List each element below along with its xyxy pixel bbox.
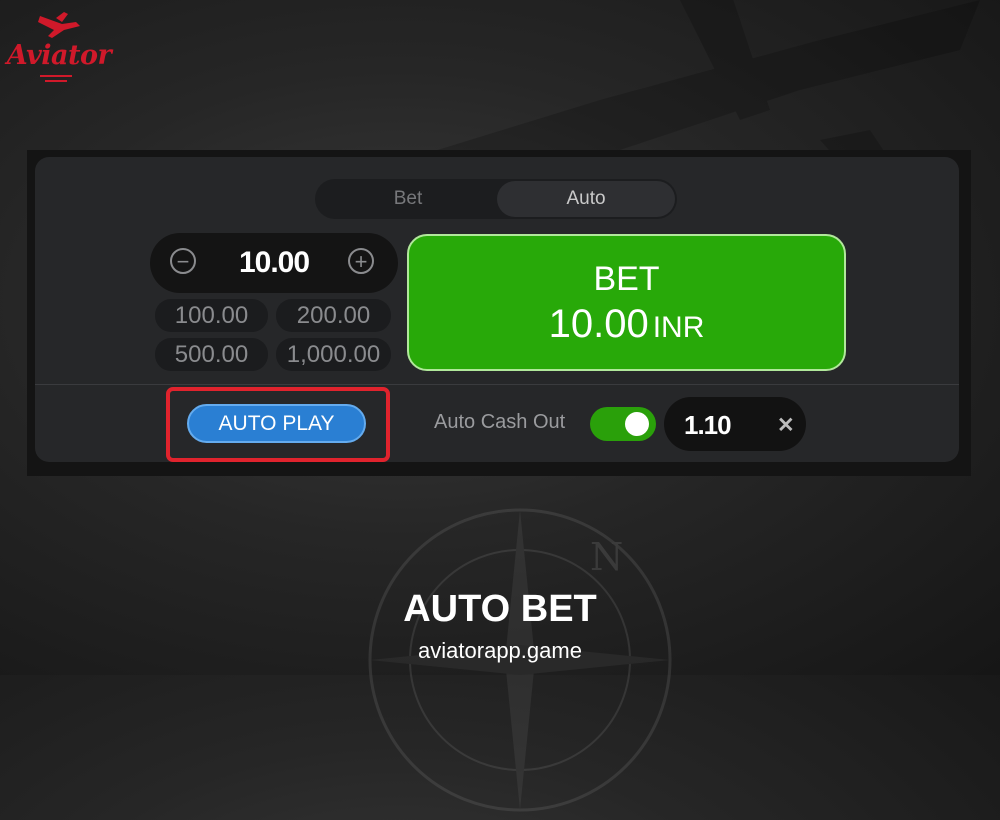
tab-bet[interactable]: Bet bbox=[319, 181, 497, 217]
toggle-knob bbox=[625, 412, 649, 436]
auto-cash-out-toggle[interactable] bbox=[590, 407, 656, 441]
svg-text:N: N bbox=[590, 535, 623, 579]
bet-button-label: BET bbox=[593, 260, 660, 298]
quick-amount-button[interactable]: 500.00 bbox=[155, 338, 268, 371]
logo-underline bbox=[40, 75, 72, 85]
bet-amount-value[interactable]: 10.00 bbox=[210, 246, 338, 280]
tab-auto[interactable]: Auto bbox=[497, 181, 675, 217]
caption-title: AUTO BET bbox=[403, 588, 597, 630]
minus-circle-icon[interactable]: − bbox=[170, 248, 196, 274]
bet-amount-stepper: − 10.00 + bbox=[150, 233, 398, 293]
plus-circle-icon[interactable]: + bbox=[348, 248, 374, 274]
panel-divider bbox=[35, 384, 959, 385]
cash-out-multiplier-value[interactable]: 1.10 bbox=[684, 410, 732, 441]
quick-amount-button[interactable]: 1,000.00 bbox=[276, 338, 391, 371]
logo-text: Aviator bbox=[6, 40, 112, 71]
bet-mode-tabs: Bet Auto bbox=[315, 179, 677, 219]
auto-cash-out-label: Auto Cash Out bbox=[434, 411, 566, 433]
quick-amount-button[interactable]: 100.00 bbox=[155, 299, 268, 332]
close-icon[interactable]: ✕ bbox=[777, 413, 795, 438]
bet-button-amount: 10.00 bbox=[548, 302, 649, 346]
caption-subtitle: aviatorapp.game bbox=[418, 638, 582, 663]
auto-play-button[interactable]: AUTO PLAY bbox=[187, 404, 366, 443]
bet-button-currency: INR bbox=[652, 311, 705, 344]
bet-button[interactable]: BET 10.00 INR bbox=[407, 234, 846, 371]
bet-button-amount-line: 10.00 INR bbox=[409, 300, 844, 352]
cash-out-multiplier-field[interactable]: 1.10 ✕ bbox=[664, 397, 806, 451]
aviator-logo: Aviator bbox=[4, 8, 114, 88]
quick-amount-button[interactable]: 200.00 bbox=[276, 299, 391, 332]
